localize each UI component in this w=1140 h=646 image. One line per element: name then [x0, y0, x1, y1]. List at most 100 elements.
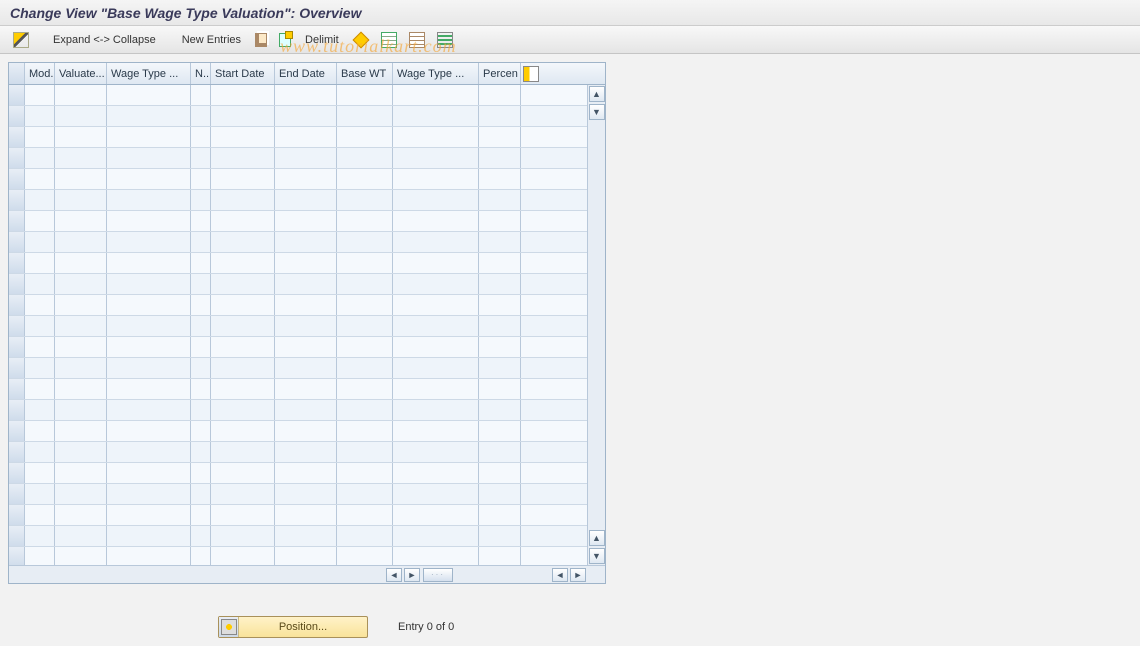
cell[interactable]	[211, 211, 275, 231]
cell[interactable]	[275, 358, 337, 378]
cell[interactable]	[211, 106, 275, 126]
cell[interactable]	[191, 148, 211, 168]
copy-button[interactable]	[250, 30, 272, 50]
cell[interactable]	[275, 421, 337, 441]
cell[interactable]	[211, 505, 275, 525]
cell[interactable]	[479, 547, 521, 565]
cell[interactable]	[191, 421, 211, 441]
cell[interactable]	[337, 232, 393, 252]
cell[interactable]	[25, 505, 55, 525]
row-selector[interactable]	[9, 400, 25, 420]
cell[interactable]	[55, 169, 107, 189]
col-header[interactable]: Base WT	[337, 63, 393, 84]
cell[interactable]	[275, 316, 337, 336]
cell[interactable]	[393, 484, 479, 504]
cell[interactable]	[55, 421, 107, 441]
cell[interactable]	[211, 253, 275, 273]
cell[interactable]	[107, 526, 191, 546]
row-selector[interactable]	[9, 421, 25, 441]
cell[interactable]	[107, 421, 191, 441]
cell[interactable]	[55, 337, 107, 357]
row-selector[interactable]	[9, 190, 25, 210]
cell[interactable]	[393, 316, 479, 336]
cell[interactable]	[55, 358, 107, 378]
cell[interactable]	[275, 505, 337, 525]
cell[interactable]	[107, 85, 191, 105]
cell[interactable]	[337, 274, 393, 294]
cell[interactable]	[25, 85, 55, 105]
cell[interactable]	[55, 253, 107, 273]
cell[interactable]	[337, 421, 393, 441]
cell[interactable]	[55, 400, 107, 420]
cell[interactable]	[191, 106, 211, 126]
cell[interactable]	[479, 253, 521, 273]
cell[interactable]	[191, 190, 211, 210]
cell[interactable]	[393, 547, 479, 565]
cell[interactable]	[479, 358, 521, 378]
cell[interactable]	[479, 484, 521, 504]
cell[interactable]	[211, 169, 275, 189]
cell[interactable]	[25, 421, 55, 441]
cell[interactable]	[393, 295, 479, 315]
cell[interactable]	[25, 106, 55, 126]
cell[interactable]	[55, 547, 107, 565]
select-all-button[interactable]	[376, 30, 402, 50]
cell[interactable]	[107, 232, 191, 252]
cell[interactable]	[191, 379, 211, 399]
cell[interactable]	[479, 526, 521, 546]
cell[interactable]	[191, 484, 211, 504]
cell[interactable]	[393, 190, 479, 210]
cell[interactable]	[275, 484, 337, 504]
cell[interactable]	[393, 211, 479, 231]
cell[interactable]	[107, 211, 191, 231]
cell[interactable]	[211, 85, 275, 105]
cell[interactable]	[191, 232, 211, 252]
row-selector[interactable]	[9, 211, 25, 231]
table-row[interactable]	[9, 358, 587, 379]
cell[interactable]	[107, 190, 191, 210]
table-row[interactable]	[9, 190, 587, 211]
cell[interactable]	[275, 190, 337, 210]
cell[interactable]	[107, 274, 191, 294]
cell[interactable]	[337, 190, 393, 210]
row-selector[interactable]	[9, 253, 25, 273]
scroll-up-icon[interactable]: ▲	[589, 86, 605, 102]
cell[interactable]	[275, 148, 337, 168]
cell[interactable]	[55, 526, 107, 546]
table-row[interactable]	[9, 169, 587, 190]
cell[interactable]	[479, 379, 521, 399]
cell[interactable]	[191, 526, 211, 546]
cell[interactable]	[191, 295, 211, 315]
cell[interactable]	[25, 232, 55, 252]
cell[interactable]	[191, 442, 211, 462]
cell[interactable]	[25, 337, 55, 357]
cell[interactable]	[55, 85, 107, 105]
row-selector[interactable]	[9, 505, 25, 525]
cell[interactable]	[211, 442, 275, 462]
cell[interactable]	[393, 358, 479, 378]
table-row[interactable]	[9, 232, 587, 253]
hscroll-right2-icon[interactable]: ►	[570, 568, 586, 582]
cell[interactable]	[211, 337, 275, 357]
cell[interactable]	[275, 127, 337, 147]
cell[interactable]	[393, 106, 479, 126]
table-row[interactable]	[9, 421, 587, 442]
cell[interactable]	[479, 169, 521, 189]
cell[interactable]	[211, 232, 275, 252]
cell[interactable]	[337, 547, 393, 565]
cell[interactable]	[393, 379, 479, 399]
cell[interactable]	[479, 421, 521, 441]
cell[interactable]	[191, 85, 211, 105]
cell[interactable]	[275, 547, 337, 565]
cell[interactable]	[107, 547, 191, 565]
cell[interactable]	[191, 211, 211, 231]
cell[interactable]	[25, 442, 55, 462]
cell[interactable]	[479, 127, 521, 147]
cell[interactable]	[337, 148, 393, 168]
cell[interactable]	[107, 442, 191, 462]
cell[interactable]	[479, 337, 521, 357]
row-selector[interactable]	[9, 106, 25, 126]
variant-button[interactable]	[432, 30, 458, 50]
cell[interactable]	[211, 295, 275, 315]
cell[interactable]	[211, 379, 275, 399]
